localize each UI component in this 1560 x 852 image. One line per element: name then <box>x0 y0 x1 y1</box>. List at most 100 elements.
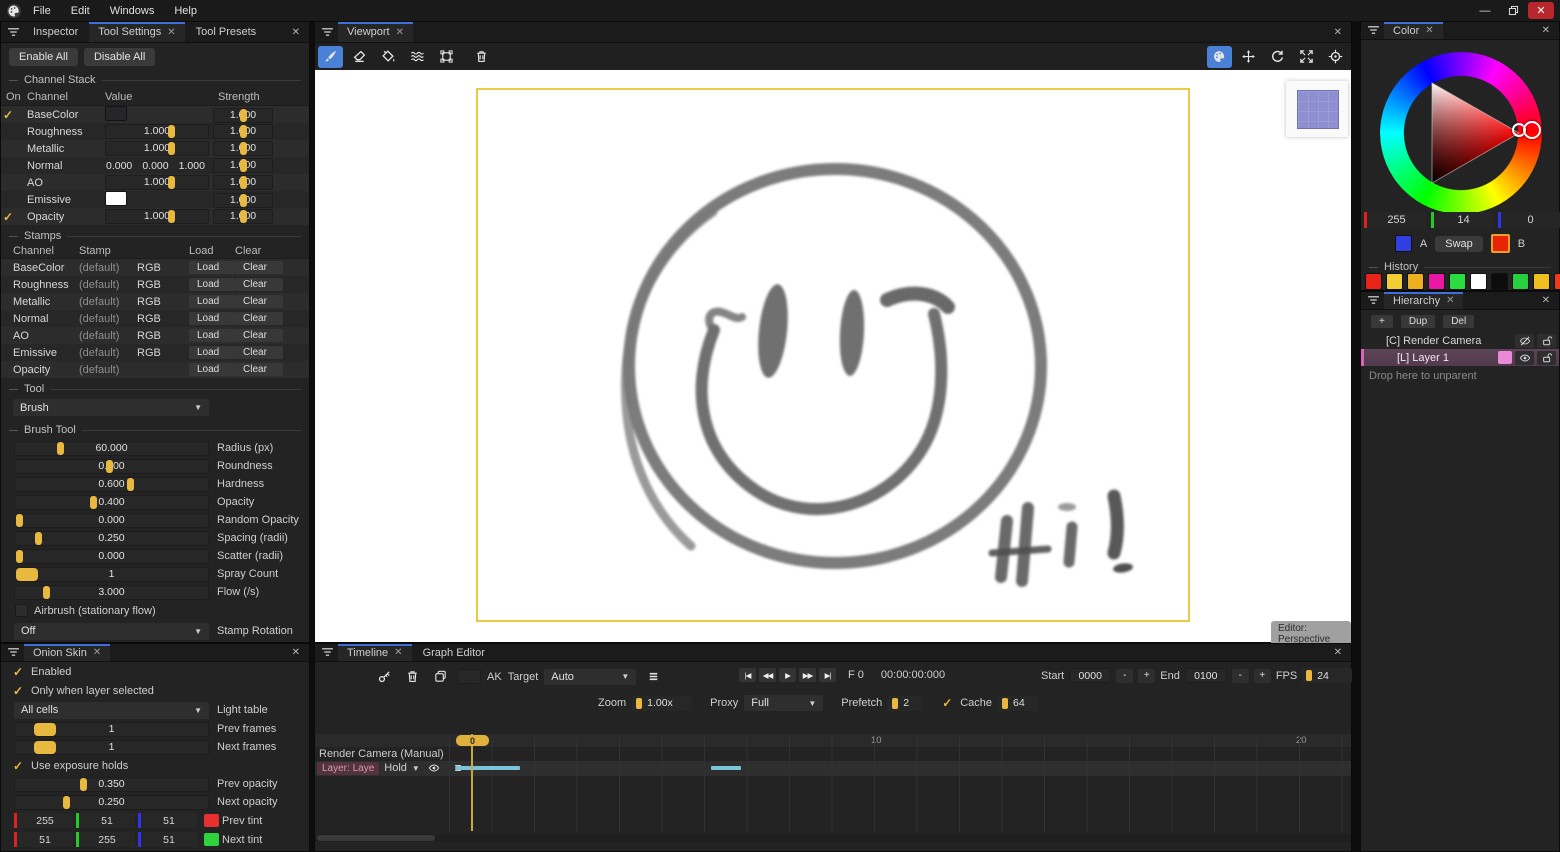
prev-tint-swatch[interactable] <box>204 814 219 827</box>
panel-close-icon[interactable]: ✕ <box>287 647 305 658</box>
strength-slider[interactable]: 1.000 <box>213 141 273 156</box>
duplicate-key-button[interactable] <box>429 667 451 686</box>
fps-field[interactable]: 24 <box>1302 668 1352 683</box>
next-tint-b-field[interactable]: 51 <box>138 832 197 847</box>
strength-slider[interactable]: 1.000 <box>213 124 273 139</box>
menu-edit[interactable]: Edit <box>62 5 99 17</box>
tab-tool-settings[interactable]: Tool Settings✕ <box>89 22 184 42</box>
playhead-handle[interactable]: 0 <box>456 735 489 746</box>
lock-toggle[interactable] <box>1537 351 1556 365</box>
node-layer-1[interactable]: [L] Layer 1 <box>1361 349 1559 366</box>
color-b-swatch[interactable] <box>1491 234 1510 253</box>
auto-key-button[interactable] <box>373 667 395 686</box>
fill-tool-button[interactable] <box>376 46 401 68</box>
channel-row-ao[interactable]: AO 1.000 1.000 <box>1 174 309 191</box>
next-tint-g-field[interactable]: 255 <box>76 832 135 847</box>
panel-close-icon[interactable]: ✕ <box>1537 25 1555 36</box>
tab-tool-presets[interactable]: Tool Presets <box>187 22 266 42</box>
strength-slider[interactable]: 1.000 <box>213 175 273 190</box>
scatter-slider[interactable]: 0.000 <box>14 549 209 564</box>
stamp-mode[interactable]: RGB <box>137 279 189 291</box>
load-button[interactable]: Load <box>189 312 235 325</box>
panel-menu-icon[interactable] <box>321 26 334 39</box>
panel-menu-icon[interactable] <box>7 646 20 659</box>
red-field[interactable]: 255 <box>1364 212 1426 228</box>
move-mode-button[interactable] <box>1236 46 1261 68</box>
spacing-slider[interactable]: 0.250 <box>14 531 209 546</box>
start-increment-button[interactable]: + <box>1138 669 1155 683</box>
layer-color-swatch[interactable] <box>1498 351 1512 364</box>
spray-count-slider[interactable]: 1 <box>14 567 209 582</box>
history-swatch[interactable] <box>1533 273 1550 290</box>
add-node-button[interactable]: + <box>1371 315 1393 328</box>
duplicate-node-button[interactable]: Dup <box>1401 315 1435 328</box>
value-slider[interactable]: 1.000 <box>105 124 209 139</box>
cache-field[interactable]: 64 <box>998 696 1038 711</box>
layer-visibility-toggle[interactable] <box>425 761 444 775</box>
transform-tool-button[interactable] <box>434 46 459 68</box>
scale-mode-button[interactable] <box>1294 46 1319 68</box>
channel-row-roughness[interactable]: Roughness 1.000 1.000 <box>1 123 309 140</box>
go-to-end-button[interactable]: ▶| <box>819 668 836 682</box>
prev-tint-b-field[interactable]: 51 <box>138 813 197 828</box>
rotate-mode-button[interactable] <box>1265 46 1290 68</box>
paint-mode-button[interactable] <box>1207 46 1232 68</box>
tab-onion-skin[interactable]: Onion Skin✕ <box>24 644 110 661</box>
panel-close-icon[interactable]: ✕ <box>1329 27 1347 38</box>
prev-frames-slider[interactable]: 1 <box>14 722 209 737</box>
history-swatch[interactable] <box>1386 273 1403 290</box>
scrollbar-thumb[interactable] <box>317 835 435 841</box>
value-slider[interactable]: 1.000 <box>105 141 209 156</box>
channel-row-metallic[interactable]: Metallic 1.000 1.000 <box>1 140 309 157</box>
channel-row-opacity[interactable]: ✓ Opacity 1.000 1.000 <box>1 208 309 225</box>
menu-windows[interactable]: Windows <box>101 5 164 17</box>
brush-tool-button[interactable] <box>318 46 343 68</box>
prev-opacity-slider[interactable]: 0.350 <box>14 777 209 792</box>
stamp-mode[interactable]: RGB <box>137 262 189 274</box>
random-opacity-slider[interactable]: 0.000 <box>14 513 209 528</box>
panel-menu-icon[interactable] <box>7 26 20 39</box>
light-table-dropdown[interactable]: All cells▼ <box>14 702 209 719</box>
paint-canvas[interactable]: Editor: Perspective <box>315 70 1351 642</box>
navigator-thumbnail[interactable] <box>1286 81 1348 137</box>
history-swatch[interactable] <box>1491 273 1508 290</box>
tab-close-icon[interactable]: ✕ <box>167 27 175 38</box>
blue-field[interactable]: 0 <box>1498 212 1560 228</box>
delete-key-button[interactable] <box>401 667 423 686</box>
play-button[interactable]: ▶ <box>779 668 796 682</box>
panel-close-icon[interactable]: ✕ <box>287 27 305 38</box>
hold-mode-label[interactable]: Hold <box>384 762 407 774</box>
tab-close-icon[interactable]: ✕ <box>93 647 101 658</box>
disable-all-button[interactable]: Disable All <box>84 48 155 66</box>
load-button[interactable]: Load <box>189 295 235 308</box>
prefetch-field[interactable]: 2 <box>888 696 922 711</box>
timeline-scrollbar[interactable] <box>315 834 1351 842</box>
tab-viewport[interactable]: Viewport✕ <box>338 22 413 42</box>
step-forward-button[interactable]: ▶▶ <box>799 668 816 682</box>
start-frame-field[interactable]: 0000 <box>1069 668 1111 683</box>
chevron-down-icon[interactable]: ▼ <box>412 764 420 773</box>
visibility-toggle[interactable] <box>1515 334 1534 348</box>
history-swatch[interactable] <box>1470 273 1487 290</box>
focus-mode-button[interactable] <box>1323 46 1348 68</box>
end-frame-field[interactable]: 0100 <box>1185 668 1227 683</box>
clear-button[interactable]: Clear <box>235 278 283 291</box>
radius-slider[interactable]: 60.000 <box>14 441 209 456</box>
start-decrement-button[interactable]: - <box>1116 669 1133 683</box>
keyframe-bar[interactable] <box>456 766 520 770</box>
normal-vector-fields[interactable]: 0.0000.0001.000 <box>105 160 213 172</box>
emissive-swatch[interactable] <box>105 191 127 206</box>
check-icon[interactable]: ✓ <box>1 108 15 122</box>
keyframe-bar[interactable] <box>711 766 741 770</box>
history-swatch[interactable] <box>1365 273 1382 290</box>
stamp-mode[interactable]: RGB <box>137 347 189 359</box>
load-button[interactable]: Load <box>189 363 235 376</box>
swap-button[interactable]: Swap <box>1435 236 1483 252</box>
zoom-field[interactable]: 1.00x <box>632 696 692 711</box>
tab-timeline[interactable]: Timeline✕ <box>338 644 412 661</box>
color-a-swatch[interactable] <box>1395 235 1412 252</box>
load-button[interactable]: Load <box>189 329 235 342</box>
eraser-tool-button[interactable] <box>347 46 372 68</box>
roundness-slider[interactable]: 0.500 <box>14 459 209 474</box>
step-back-button[interactable]: ◀◀ <box>759 668 776 682</box>
